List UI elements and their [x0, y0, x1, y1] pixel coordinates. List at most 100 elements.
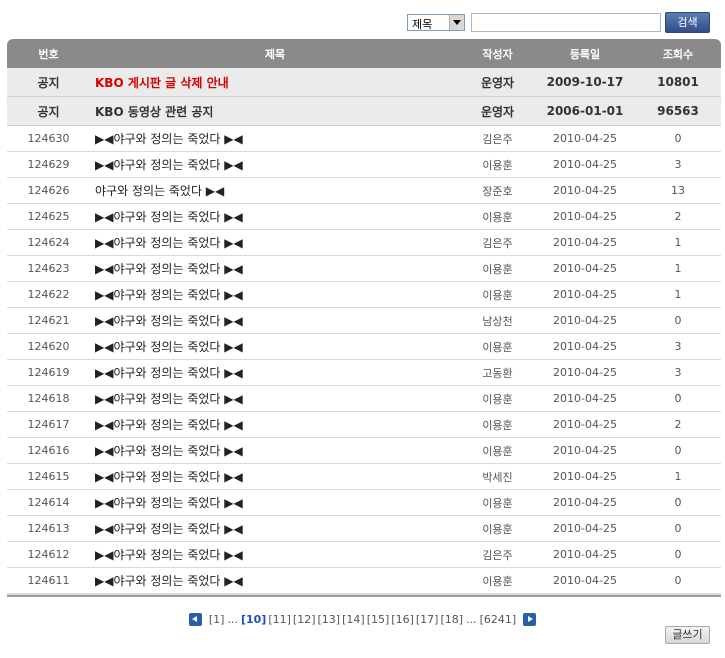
- search-button[interactable]: 검색: [665, 12, 710, 33]
- post-title-link[interactable]: ▶◀야구와 정의는 죽었다 ▶◀: [90, 334, 460, 359]
- post-views: 1: [674, 470, 682, 483]
- post-date: 2010-04-25: [553, 548, 617, 561]
- prev-page-icon[interactable]: [188, 612, 202, 626]
- post-number: 124615: [27, 470, 70, 483]
- table-row: 124612 ▶◀야구와 정의는 죽었다 ▶◀ 김은주 2010-04-25 0: [7, 542, 721, 568]
- notice-label: 공지: [37, 104, 60, 119]
- post-title-link[interactable]: ▶◀야구와 정의는 죽었다 ▶◀: [90, 152, 460, 177]
- post-title-link[interactable]: ▶◀야구와 정의는 죽었다 ▶◀: [90, 282, 460, 307]
- page-ellipsis: ...: [227, 612, 238, 626]
- post-title-link[interactable]: ▶◀야구와 정의는 죽었다 ▶◀: [90, 360, 460, 385]
- post-author[interactable]: 김은주: [460, 230, 535, 255]
- post-title-link[interactable]: ▶◀야구와 정의는 죽었다 ▶◀: [90, 126, 460, 151]
- post-date: 2010-04-25: [553, 158, 617, 171]
- notice-label: 공지: [37, 75, 60, 90]
- notice-views: 96563: [657, 104, 699, 118]
- post-number: 124618: [27, 392, 70, 405]
- page-link-first[interactable]: [1]: [209, 613, 225, 626]
- post-title-link[interactable]: ▶◀야구와 정의는 죽었다 ▶◀: [90, 386, 460, 411]
- post-title-link[interactable]: ▶◀야구와 정의는 죽었다 ▶◀: [90, 516, 460, 541]
- post-title-link[interactable]: ▶◀야구와 정의는 죽었다 ▶◀: [90, 412, 460, 437]
- post-number: 124619: [27, 366, 70, 379]
- post-title-link[interactable]: ▶◀야구와 정의는 죽었다 ▶◀: [90, 542, 460, 567]
- post-author[interactable]: 이용훈: [460, 490, 535, 515]
- post-author[interactable]: 이용훈: [460, 204, 535, 229]
- page-link[interactable]: [11]: [268, 613, 291, 626]
- post-date: 2010-04-25: [553, 184, 617, 197]
- post-views: 1: [674, 236, 682, 249]
- post-views: 0: [674, 574, 682, 587]
- post-title-link[interactable]: 야구와 정의는 죽었다 ▶◀: [90, 178, 460, 203]
- post-date: 2010-04-25: [553, 444, 617, 457]
- post-title-link[interactable]: ▶◀야구와 정의는 죽었다 ▶◀: [90, 230, 460, 255]
- post-number: 124626: [27, 184, 70, 197]
- table-row: 124624 ▶◀야구와 정의는 죽었다 ▶◀ 김은주 2010-04-25 1: [7, 230, 721, 256]
- page-link[interactable]: [14]: [342, 613, 365, 626]
- post-author[interactable]: 이용훈: [460, 386, 535, 411]
- post-title-link[interactable]: ▶◀야구와 정의는 죽었다 ▶◀: [90, 568, 460, 593]
- page-link[interactable]: [12]: [293, 613, 316, 626]
- post-number: 124614: [27, 496, 70, 509]
- post-author[interactable]: 이용훈: [460, 568, 535, 593]
- search-input[interactable]: [471, 13, 661, 32]
- post-author[interactable]: 장준호: [460, 178, 535, 203]
- post-author[interactable]: 이용훈: [460, 282, 535, 307]
- table-row: 124611 ▶◀야구와 정의는 죽었다 ▶◀ 이용훈 2010-04-25 0: [7, 568, 721, 594]
- page-link-current[interactable]: [10]: [241, 613, 266, 626]
- table-header: 번호 제목 작성자 등록일 조회수: [7, 39, 721, 68]
- page-link[interactable]: [13]: [318, 613, 341, 626]
- post-author[interactable]: 고동환: [460, 360, 535, 385]
- post-title-link[interactable]: ▶◀야구와 정의는 죽었다 ▶◀: [90, 490, 460, 515]
- table-row: 124621 ▶◀야구와 정의는 죽었다 ▶◀ 남상천 2010-04-25 0: [7, 308, 721, 334]
- post-author[interactable]: 이용훈: [460, 438, 535, 463]
- post-author[interactable]: 이용훈: [460, 152, 535, 177]
- post-views: 0: [674, 132, 682, 145]
- post-date: 2010-04-25: [553, 470, 617, 483]
- table-row: 124630 ▶◀야구와 정의는 죽었다 ▶◀ 김은주 2010-04-25 0: [7, 126, 721, 152]
- post-date: 2010-04-25: [553, 314, 617, 327]
- table-row: 124622 ▶◀야구와 정의는 죽었다 ▶◀ 이용훈 2010-04-25 1: [7, 282, 721, 308]
- page-link-last[interactable]: [6241]: [480, 613, 517, 626]
- post-author[interactable]: 박세진: [460, 464, 535, 489]
- post-title-link[interactable]: ▶◀야구와 정의는 죽었다 ▶◀: [90, 256, 460, 281]
- post-number: 124630: [27, 132, 70, 145]
- post-title-link[interactable]: ▶◀야구와 정의는 죽었다 ▶◀: [90, 308, 460, 333]
- notice-title-link[interactable]: KBO 게시판 글 삭제 안내: [90, 68, 460, 96]
- table-row: 124615 ▶◀야구와 정의는 죽었다 ▶◀ 박세진 2010-04-25 1: [7, 464, 721, 490]
- table-row: 124617 ▶◀야구와 정의는 죽었다 ▶◀ 이용훈 2010-04-25 2: [7, 412, 721, 438]
- post-number: 124617: [27, 418, 70, 431]
- page-link[interactable]: [17]: [416, 613, 439, 626]
- post-author[interactable]: 남상천: [460, 308, 535, 333]
- notice-date: 2009-10-17: [546, 75, 624, 89]
- post-title-link[interactable]: ▶◀야구와 정의는 죽었다 ▶◀: [90, 438, 460, 463]
- post-views: 3: [674, 340, 682, 353]
- next-page-icon[interactable]: [523, 612, 537, 626]
- page-link[interactable]: [15]: [367, 613, 390, 626]
- chevron-down-icon[interactable]: [449, 15, 464, 30]
- post-date: 2010-04-25: [553, 496, 617, 509]
- page-link[interactable]: [18]: [440, 613, 463, 626]
- search-field-select[interactable]: 제목: [407, 14, 465, 31]
- post-author[interactable]: 김은주: [460, 126, 535, 151]
- page-link[interactable]: [16]: [391, 613, 414, 626]
- post-title-link[interactable]: ▶◀야구와 정의는 죽었다 ▶◀: [90, 464, 460, 489]
- table-row: 124623 ▶◀야구와 정의는 죽었다 ▶◀ 이용훈 2010-04-25 1: [7, 256, 721, 282]
- header-views: 조회수: [662, 47, 694, 61]
- notice-title-link[interactable]: KBO 동영상 관련 공지: [90, 97, 460, 125]
- post-author[interactable]: 이용훈: [460, 334, 535, 359]
- post-author[interactable]: 이용훈: [460, 516, 535, 541]
- table-row: 124625 ▶◀야구와 정의는 죽었다 ▶◀ 이용훈 2010-04-25 2: [7, 204, 721, 230]
- post-number: 124620: [27, 340, 70, 353]
- post-number: 124611: [27, 574, 70, 587]
- table-row: 124626 야구와 정의는 죽었다 ▶◀ 장준호 2010-04-25 13: [7, 178, 721, 204]
- post-date: 2010-04-25: [553, 288, 617, 301]
- post-date: 2010-04-25: [553, 574, 617, 587]
- post-title-link[interactable]: ▶◀야구와 정의는 죽었다 ▶◀: [90, 204, 460, 229]
- post-views: 0: [674, 496, 682, 509]
- post-author[interactable]: 김은주: [460, 542, 535, 567]
- write-post-button[interactable]: 글쓰기: [665, 626, 710, 644]
- post-author[interactable]: 이용훈: [460, 412, 535, 437]
- post-views: 0: [674, 522, 682, 535]
- post-author[interactable]: 이용훈: [460, 256, 535, 281]
- table-row: 124629 ▶◀야구와 정의는 죽었다 ▶◀ 이용훈 2010-04-25 3: [7, 152, 721, 178]
